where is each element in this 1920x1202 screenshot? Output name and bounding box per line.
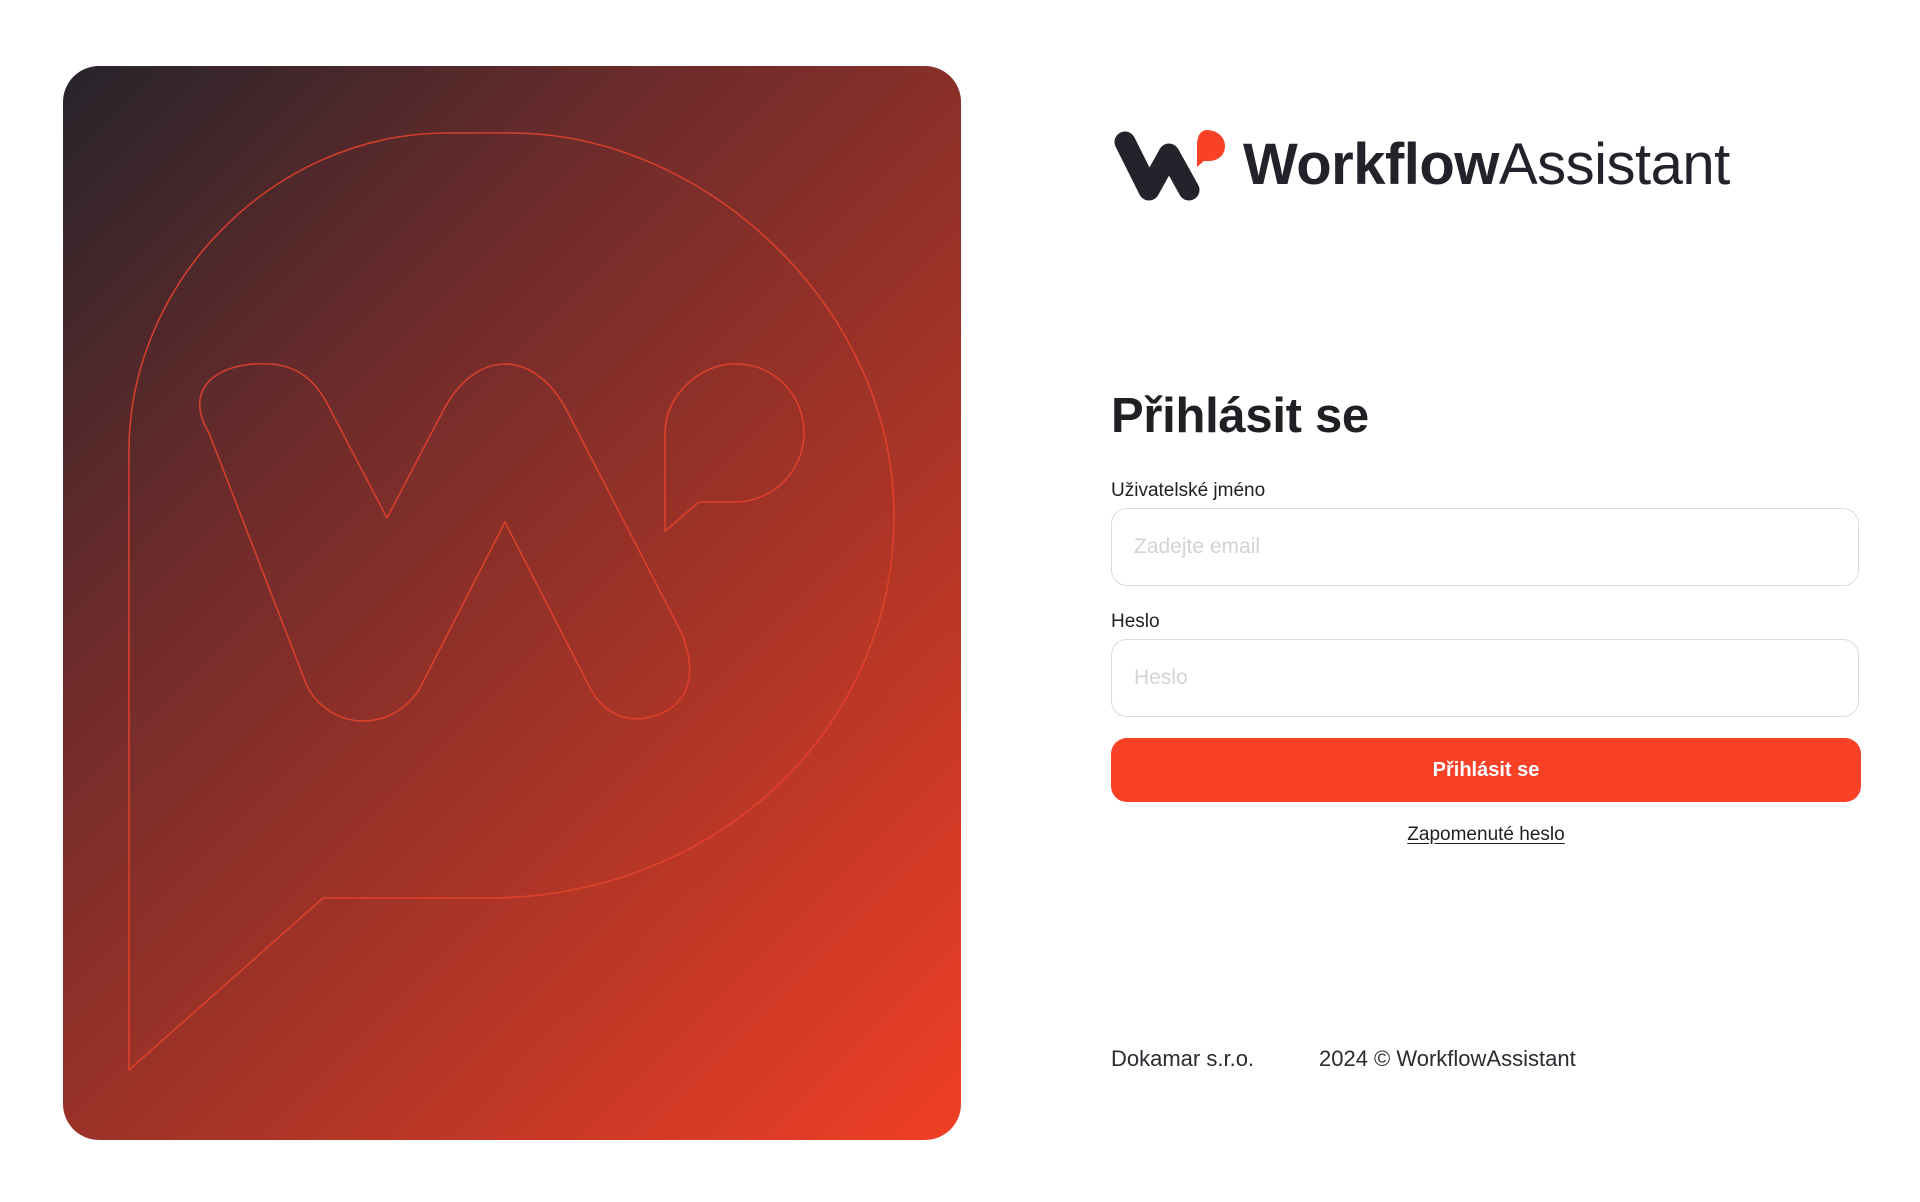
speech-bubble-w-logo-outline-icon [128, 132, 895, 1071]
password-label: Heslo [1111, 611, 1160, 632]
brand-name-regular: Assistant [1498, 132, 1730, 197]
forgot-password-link[interactable]: Zapomenuté heslo [1111, 824, 1861, 846]
footer-copyright: 2024 © WorkflowAssistant [1319, 1046, 1576, 1071]
username-input[interactable] [1111, 508, 1859, 586]
username-label: Uživatelské jméno [1111, 480, 1266, 501]
brand-name: WorkflowAssistant [1243, 128, 1730, 202]
footer: Dokamar s.r.o. 2024 © WorkflowAssistant [1111, 1046, 1576, 1072]
footer-company: Dokamar s.r.o. [1111, 1046, 1255, 1071]
brand-name-bold: Workflow [1243, 132, 1499, 197]
workflow-assistant-logo-icon [1114, 130, 1225, 201]
login-page: WorkflowAssistant Přihlásit se Uživatels… [0, 0, 1920, 1202]
login-button[interactable]: Přihlásit se [1111, 738, 1861, 802]
password-input[interactable] [1111, 639, 1859, 717]
page-title: Přihlásit se [1111, 389, 1369, 443]
login-panel: WorkflowAssistant Přihlásit se Uživatels… [1111, 0, 1861, 1202]
brand-logo: WorkflowAssistant [1111, 128, 1730, 202]
hero-panel [63, 66, 961, 1140]
